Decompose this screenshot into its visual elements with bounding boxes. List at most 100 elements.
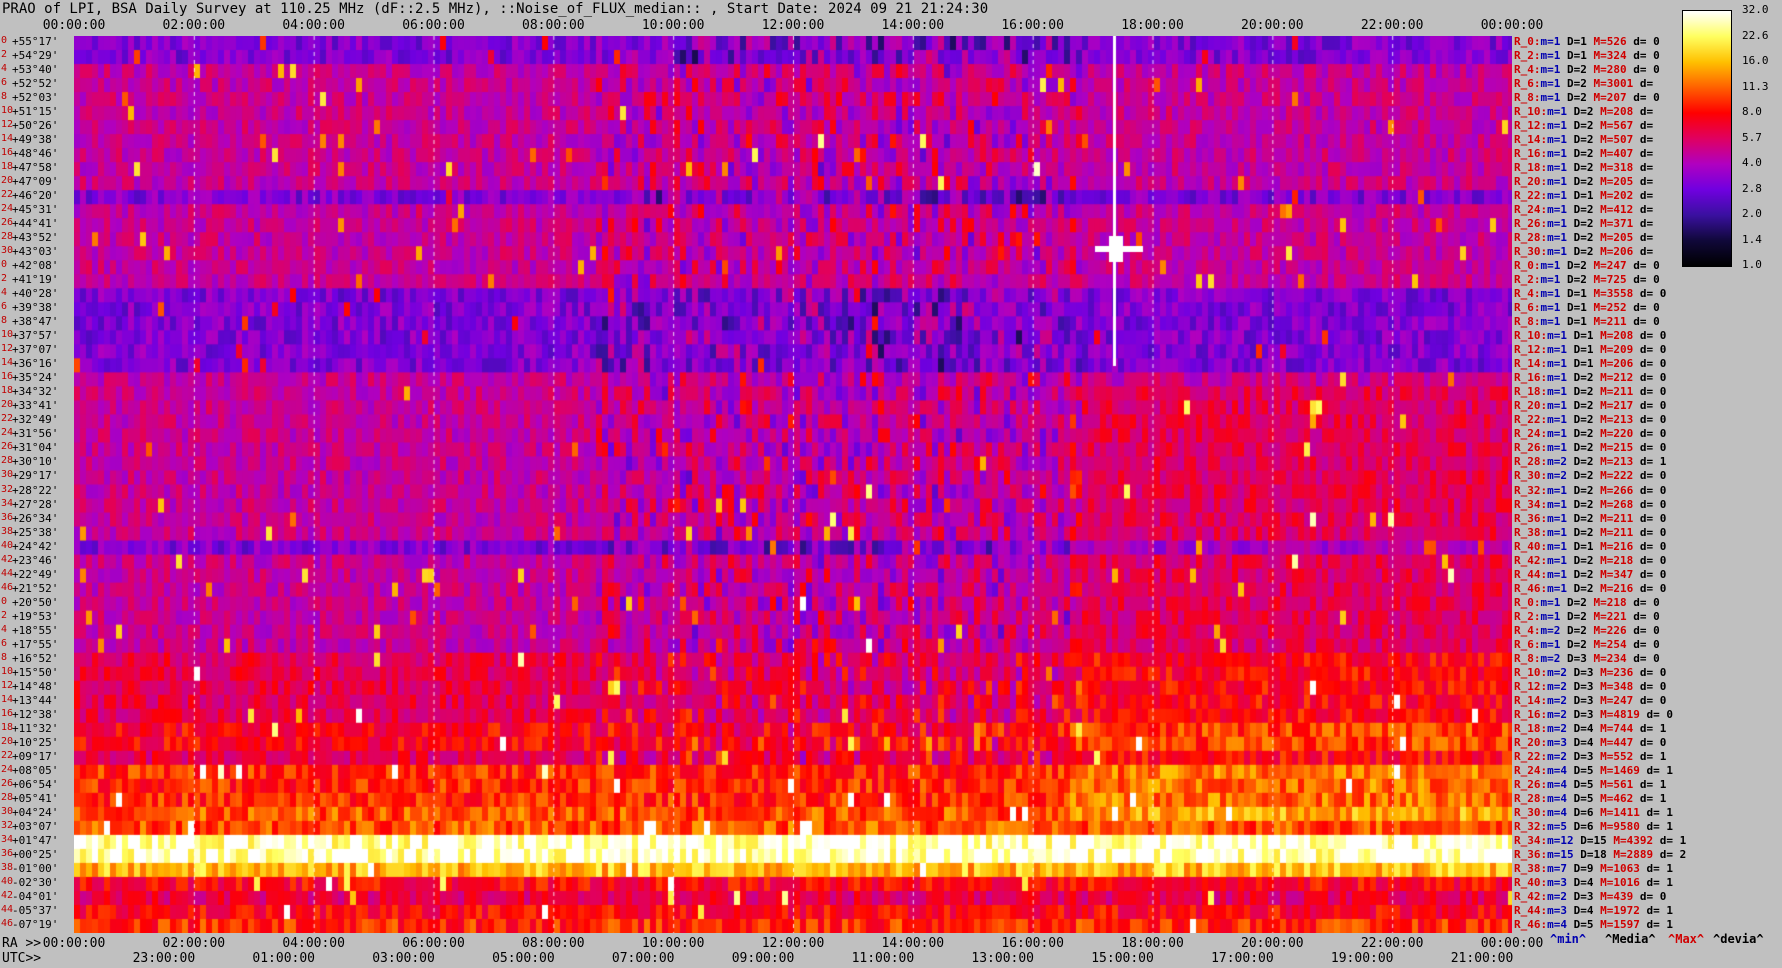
stat-range: R_4:	[1514, 63, 1541, 77]
stat-max: M=526	[1593, 35, 1627, 48]
stat-devia: d= 0	[1633, 399, 1667, 413]
stat-median: D=1	[1560, 315, 1594, 329]
top-tick-label: 02:00:00	[162, 18, 226, 33]
legend-min: ^min^	[1550, 932, 1587, 946]
stat-devia: d=	[1633, 189, 1660, 203]
stat-max: M=221	[1593, 609, 1627, 623]
stat-range: R_4:	[1514, 287, 1541, 301]
declination-label: +26°34'	[12, 511, 59, 525]
stat-max: M=347	[1600, 567, 1634, 581]
stat-range: R_6:	[1514, 637, 1541, 651]
stat-range: R_2:	[1514, 273, 1541, 287]
stat-devia: d= 0	[1633, 483, 1667, 497]
stat-min: m=1	[1547, 175, 1567, 189]
stat-median: D=3	[1567, 665, 1601, 679]
stat-median: D=2	[1560, 637, 1594, 651]
stat-median: D=5	[1567, 917, 1601, 931]
stat-row: R_12:m=1 D=1 M=209 d= 0	[1514, 344, 1666, 355]
stat-max: M=3558	[1593, 287, 1634, 301]
stat-max: M=1411	[1600, 805, 1640, 819]
stat-range: R_22:	[1514, 749, 1548, 763]
declination-label: -02°30'	[12, 875, 59, 889]
stat-median: D=2	[1567, 147, 1601, 161]
stat-row: R_16:m=1 D=2 M=407 d=	[1514, 148, 1660, 159]
stat-range: R_46:	[1514, 917, 1548, 931]
declination-label: +40°28'	[12, 287, 59, 301]
stat-range: R_20:	[1514, 175, 1548, 189]
stat-row: R_20:m=3 D=4 M=447 d= 0	[1514, 737, 1666, 748]
declination-label: +08°05'	[12, 763, 59, 777]
stat-min: m=7	[1547, 861, 1567, 875]
stat-median: D=9	[1567, 861, 1601, 875]
utc-tick-label: 09:00:00	[731, 951, 795, 966]
stat-min: m=1	[1547, 161, 1567, 175]
stat-devia: d= 0	[1633, 287, 1667, 301]
heatmap-plot	[74, 36, 1512, 933]
declination-label: +31°04'	[12, 441, 59, 455]
declination-label: +52°52'	[12, 77, 59, 91]
stat-min: m=2	[1547, 455, 1567, 469]
declination-label: +18°55'	[12, 623, 59, 637]
stat-row: R_30:m=1 D=2 M=206 d=	[1514, 246, 1660, 257]
stat-devia: d= 1	[1639, 861, 1673, 875]
declination-label: +34°32'	[12, 385, 59, 399]
stat-range: R_8:	[1514, 315, 1541, 329]
stat-row: R_20:m=1 D=2 M=217 d= 0	[1514, 400, 1666, 411]
stat-devia: d= 0	[1626, 637, 1660, 651]
declination-label: +54°29'	[12, 49, 59, 63]
stat-median: D=4	[1567, 903, 1601, 917]
stat-row: R_6:m=1 D=2 M=3001 d=	[1514, 78, 1660, 89]
stat-min: m=1	[1547, 553, 1567, 567]
stat-median: D=1	[1567, 539, 1601, 553]
stat-max: M=208	[1600, 329, 1634, 343]
declination-label: +45°31'	[12, 203, 59, 217]
stat-devia: d=	[1633, 105, 1660, 119]
declination-label: +44°41'	[12, 217, 59, 231]
stat-median: D=2	[1560, 259, 1594, 273]
top-tick-label: 10:00:00	[641, 18, 705, 33]
declination-label: +49°38'	[12, 133, 59, 147]
utc-tick-label: 21:00:00	[1450, 951, 1514, 966]
declination-label: +09°17'	[12, 749, 59, 763]
stat-min: m=1	[1547, 231, 1567, 245]
stat-max: M=211	[1593, 315, 1627, 329]
stat-range: R_2:	[1514, 49, 1541, 63]
stat-min: m=1	[1547, 497, 1567, 511]
stat-devia: d=	[1633, 77, 1660, 91]
ra-axis-label: RA >>	[2, 936, 42, 951]
row-number: 4	[1, 623, 8, 635]
declination-label: -05°37'	[12, 903, 59, 917]
stat-max: M=217	[1600, 399, 1634, 413]
stat-devia: d= 0	[1626, 609, 1660, 623]
stat-range: R_32:	[1514, 483, 1548, 497]
stat-row: R_12:m=2 D=3 M=348 d= 0	[1514, 681, 1666, 692]
stat-devia: d= 0	[1633, 329, 1667, 343]
stat-row: R_26:m=4 D=5 M=561 d= 1	[1514, 779, 1666, 790]
declination-label: -04°01'	[12, 889, 59, 903]
stat-median: D=2	[1567, 483, 1601, 497]
stat-range: R_28:	[1514, 791, 1548, 805]
stat-median: D=2	[1560, 273, 1594, 287]
stat-row: R_28:m=2 D=2 M=213 d= 1	[1514, 456, 1666, 467]
declination-label: +53°40'	[12, 63, 59, 77]
stat-min: m=1	[1540, 637, 1561, 651]
stat-row: R_32:m=1 D=2 M=266 d= 0	[1514, 485, 1666, 496]
stat-min: m=1	[1540, 63, 1561, 77]
stat-median: D=1	[1567, 357, 1601, 371]
stat-min: m=1	[1540, 259, 1561, 273]
stat-max: M=218	[1600, 553, 1634, 567]
stat-devia: d= 0	[1626, 91, 1660, 105]
stat-max: M=211	[1600, 525, 1634, 539]
stat-row: R_34:m=1 D=2 M=268 d= 0	[1514, 499, 1666, 510]
stat-median: D=2	[1567, 511, 1601, 525]
stat-max: M=206	[1600, 357, 1634, 371]
stat-median: D=1	[1567, 329, 1601, 343]
stat-max: M=213	[1600, 455, 1634, 469]
stat-max: M=371	[1600, 217, 1634, 231]
stat-median: D=15	[1573, 833, 1614, 847]
stat-max: M=226	[1593, 623, 1627, 637]
top-tick-label: 16:00:00	[1001, 18, 1064, 33]
stat-min: m=4	[1547, 777, 1567, 791]
stat-devia: d=	[1633, 231, 1660, 245]
stat-devia: d= 0	[1633, 371, 1667, 385]
